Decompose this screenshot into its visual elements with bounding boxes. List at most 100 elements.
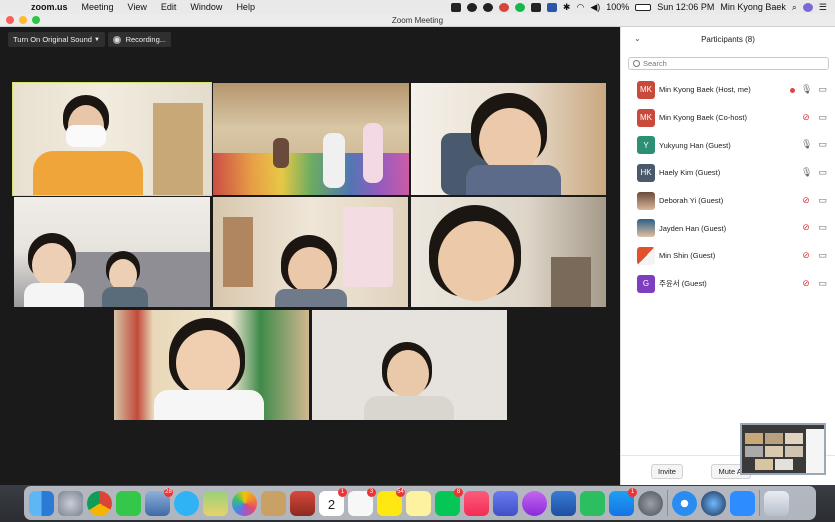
- participant-row[interactable]: HK Haely Kim (Guest) 🎙 ▭: [621, 159, 835, 187]
- participant-row[interactable]: G 주윤서 (Guest) ⊘ ▭: [621, 270, 835, 298]
- participant-row[interactable]: Min Shin (Guest) ⊘ ▭: [621, 242, 835, 270]
- notification-tray-icon[interactable]: [498, 2, 509, 12]
- window-preview-thumbnail[interactable]: [740, 423, 826, 475]
- system-preferences-icon[interactable]: [638, 490, 663, 516]
- trash-icon[interactable]: [764, 490, 789, 516]
- calendar-day: 2: [327, 496, 336, 512]
- photo-booth-icon[interactable]: [290, 490, 315, 516]
- flag-icon[interactable]: [546, 2, 557, 12]
- video-camera-icon[interactable]: ▭: [818, 250, 827, 261]
- avatar: [637, 246, 655, 265]
- video-camera-icon[interactable]: ▭: [818, 167, 827, 178]
- calendar-icon[interactable]: 21: [319, 487, 347, 516]
- menu-window[interactable]: Window: [183, 2, 229, 12]
- participant-row[interactable]: MK Min Kyong Baek (Co-host) ⊘ ▭: [621, 104, 835, 132]
- line-icon[interactable]: 8: [435, 487, 463, 516]
- participant-name: Deborah Yi (Guest): [659, 196, 724, 206]
- microphone-muted-icon[interactable]: ⊘: [801, 195, 811, 206]
- stickies-icon[interactable]: [406, 490, 431, 516]
- photos-app-icon[interactable]: [232, 490, 257, 516]
- video-tile[interactable]: [312, 310, 507, 420]
- line-tray-icon[interactable]: [514, 2, 525, 12]
- keynote-icon[interactable]: [551, 490, 576, 516]
- panel-header: ⌄ Participants (8): [621, 27, 835, 51]
- dock-separator: [759, 490, 760, 516]
- menu-help[interactable]: Help: [229, 2, 262, 12]
- menubar-clock[interactable]: Sun 12:06 PM: [657, 2, 714, 12]
- menu-edit[interactable]: Edit: [154, 2, 184, 12]
- evernote-icon[interactable]: [580, 490, 605, 516]
- microphone-muted-icon[interactable]: ⊘: [801, 278, 811, 289]
- chrome-icon[interactable]: [87, 490, 112, 516]
- chevron-down-icon[interactable]: ▼: [94, 37, 100, 43]
- quicktime-icon[interactable]: [701, 490, 726, 516]
- spotlight-icon[interactable]: ⌕: [792, 2, 797, 13]
- video-camera-icon[interactable]: ▭: [818, 222, 827, 233]
- microphone-muted-icon[interactable]: ⊘: [801, 222, 811, 233]
- dock: 28 21 3 54 8 1: [24, 486, 816, 520]
- podcasts-icon[interactable]: [522, 490, 547, 516]
- microphone-icon[interactable]: 🎙: [801, 167, 812, 178]
- finder-icon[interactable]: [29, 490, 54, 516]
- participant-row[interactable]: Deborah Yi (Guest) ⊘ ▭: [621, 187, 835, 215]
- music-icon[interactable]: [464, 490, 489, 516]
- facetime-icon[interactable]: [116, 490, 141, 516]
- video-tile[interactable]: [12, 82, 212, 196]
- status-tray: ✱ ◠ ◀) 100% Sun 12:06 PM Min Kyong Baek …: [450, 2, 835, 13]
- video-camera-icon[interactable]: ▭: [818, 84, 827, 95]
- volume-icon[interactable]: ◀): [590, 2, 600, 13]
- siri-icon[interactable]: [802, 2, 813, 12]
- menubar-user[interactable]: Min Kyong Baek: [720, 2, 786, 12]
- participant-row[interactable]: Y Yukyung Han (Guest) 🎙 ▭: [621, 131, 835, 159]
- video-camera-icon[interactable]: ▭: [818, 139, 827, 150]
- reminders-badge: 3: [367, 487, 376, 497]
- participant-row[interactable]: MK Min Kyong Baek (Host, me) 🎙 ▭: [621, 76, 835, 104]
- video-tile[interactable]: [411, 83, 606, 195]
- menu-meeting[interactable]: Meeting: [75, 2, 121, 12]
- microphone-icon[interactable]: 🎙: [801, 139, 812, 150]
- safari-icon[interactable]: [672, 490, 697, 516]
- participants-panel: ⌄ Participants (8) Search MK Min Kyong B…: [620, 27, 835, 485]
- avatar: MK: [637, 80, 655, 99]
- microphone-icon[interactable]: 🎙: [801, 84, 812, 95]
- photos-badge: 28: [164, 487, 173, 497]
- battery-icon[interactable]: [635, 3, 652, 11]
- search-input[interactable]: Search: [628, 57, 829, 70]
- video-camera-icon[interactable]: ▭: [818, 112, 827, 123]
- app-store-icon[interactable]: 1: [609, 487, 637, 516]
- chat-tray-icon[interactable]: [466, 2, 477, 12]
- video-tile[interactable]: [14, 197, 210, 307]
- messages-icon[interactable]: [174, 490, 199, 516]
- maps-icon[interactable]: [203, 490, 228, 516]
- launchpad-icon[interactable]: [58, 490, 83, 516]
- zoom-icon[interactable]: [730, 490, 755, 516]
- notes-book-icon[interactable]: [261, 490, 286, 516]
- reminders-icon[interactable]: 3: [348, 487, 376, 516]
- original-sound-button[interactable]: Turn On Original Sound ▼: [8, 32, 105, 47]
- microphone-muted-icon[interactable]: ⊘: [801, 112, 811, 123]
- participants-title: Participants (8): [701, 34, 755, 44]
- notification-center-icon[interactable]: ☰: [819, 2, 827, 13]
- menu-app-name[interactable]: zoom.us: [24, 2, 75, 12]
- video-tile[interactable]: [213, 197, 408, 307]
- imovie-icon[interactable]: [493, 490, 518, 516]
- messages-tray-icon[interactable]: [482, 2, 493, 12]
- chevron-down-icon[interactable]: ⌄: [634, 34, 641, 43]
- bluetooth-icon[interactable]: ✱: [563, 2, 571, 13]
- menu-view[interactable]: View: [121, 2, 154, 12]
- zoom-tray-icon[interactable]: [450, 2, 461, 12]
- microphone-muted-icon[interactable]: ⊘: [801, 250, 811, 261]
- invite-button[interactable]: Invite: [651, 464, 683, 479]
- calendar-badge: 1: [338, 487, 347, 497]
- participant-row[interactable]: Jayden Han (Guest) ⊘ ▭: [621, 214, 835, 242]
- video-camera-icon[interactable]: ▭: [818, 278, 827, 289]
- wifi-icon[interactable]: ◠: [576, 2, 584, 13]
- video-tile[interactable]: [114, 310, 309, 420]
- photos-icon[interactable]: 28: [145, 487, 173, 516]
- video-camera-icon[interactable]: ▭: [818, 195, 827, 206]
- recording-indicator[interactable]: Recording...: [108, 32, 171, 47]
- airplay-icon[interactable]: [530, 2, 541, 12]
- kakaotalk-icon[interactable]: 54: [377, 487, 405, 516]
- video-tile[interactable]: [411, 197, 606, 307]
- video-tile[interactable]: [213, 83, 409, 195]
